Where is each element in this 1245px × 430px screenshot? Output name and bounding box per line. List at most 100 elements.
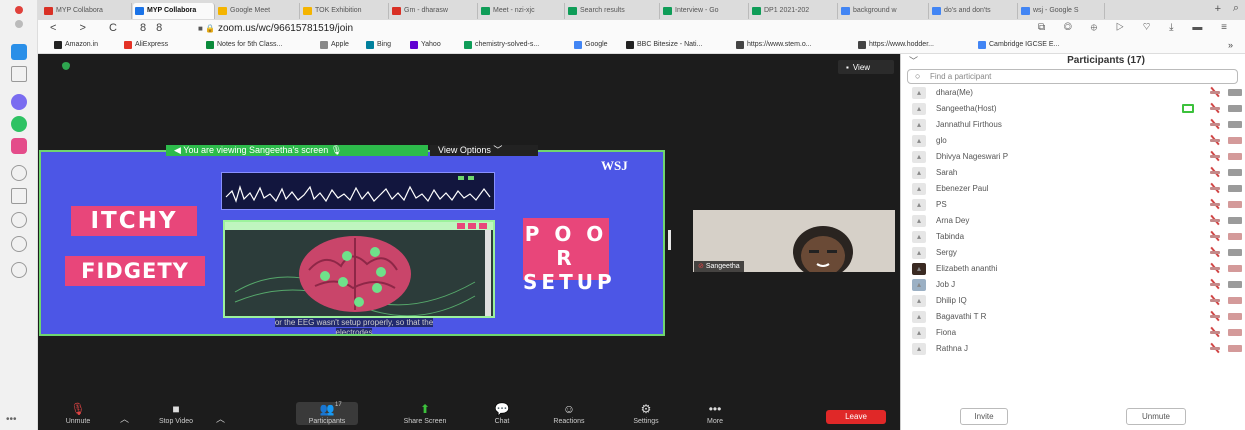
tab-1[interactable]: MYP Collabora — [133, 3, 215, 19]
participant-row[interactable]: ▴ PS — [912, 198, 1242, 214]
muted-mic-icon — [1208, 326, 1222, 338]
reactions-button[interactable]: ☺ Reactions — [546, 402, 592, 425]
muted-mic-icon — [1208, 86, 1222, 98]
participant-row[interactable]: ▴ Dhivya Nageswari P — [912, 150, 1242, 166]
muted-mic-icon — [1208, 134, 1222, 146]
unmute-button[interactable]: 🎙 Unmute — [58, 402, 98, 425]
stop-video-button[interactable]: ■ Stop Video — [150, 402, 202, 425]
tab-favicon-icon — [481, 7, 490, 15]
close-window-icon[interactable] — [15, 6, 23, 14]
video-icon — [1228, 169, 1242, 176]
invite-button[interactable]: Invite — [960, 408, 1008, 425]
participant-name: dhara(Me) — [936, 88, 973, 97]
bookmark-item[interactable]: BBC Bitesize - Nati... — [626, 41, 702, 49]
tab-4[interactable]: Gm - dharasw — [390, 3, 478, 19]
chevron-up-icon[interactable]: ︿ — [216, 412, 225, 425]
bookmark-item[interactable]: Notes for 5th Class... — [206, 41, 282, 49]
tab-6[interactable]: Search results — [566, 3, 660, 19]
bookmark-item[interactable]: Google — [574, 41, 608, 49]
participant-row[interactable]: ▴ Sangeetha(Host) — [912, 102, 1242, 118]
tab-search-icon[interactable]: ⌕ — [1233, 2, 1239, 15]
muted-mic-icon — [1208, 262, 1222, 274]
participants-button[interactable]: 👥 17 Participants — [296, 402, 358, 425]
toolbar-icons[interactable]: ⧉ ◎ ⊕ ▷ ♡ ⤓ ▬ ≡ — [1038, 22, 1235, 33]
instagram-icon[interactable] — [11, 138, 27, 154]
tab-2[interactable]: Google Meet — [216, 3, 300, 19]
bookmark-item[interactable]: https://www.stem.o... — [736, 41, 812, 49]
settings-button[interactable]: ⚙ Settings — [626, 402, 666, 425]
participant-row[interactable]: ▴ Ebenezer Paul — [912, 182, 1242, 198]
view-options-dropdown[interactable]: View Options ﹀ — [430, 145, 538, 156]
messenger-icon[interactable] — [11, 94, 27, 110]
view-button[interactable]: ▪ View — [838, 60, 894, 74]
pin-icon[interactable] — [11, 262, 27, 278]
share-screen-button[interactable]: ⬆ Share Screen — [392, 402, 458, 425]
bookmark-item[interactable]: AliExpress — [124, 41, 168, 49]
avatar: ▴ — [912, 151, 926, 163]
participant-row[interactable]: ▴ Fiona — [912, 326, 1242, 342]
bookmark-item[interactable]: https://www.hodder... — [858, 41, 934, 49]
bookmark-item[interactable]: Amazon.in — [54, 41, 98, 49]
bookmark-item[interactable]: Apple — [320, 41, 349, 49]
lock-icon[interactable]: ■ 🔒 — [198, 24, 215, 33]
bookmark-item[interactable]: Cambridge IGCSE E... — [978, 41, 1059, 49]
participant-search-input[interactable]: ○ Find a participant — [907, 69, 1238, 84]
participant-row[interactable]: ▴ Tabinda — [912, 230, 1242, 246]
eeg-wave-graphic — [225, 176, 491, 203]
chat-icon: 💬 — [494, 402, 510, 416]
clock-icon[interactable] — [11, 236, 27, 252]
sidebar-app-icon[interactable] — [11, 44, 27, 60]
history-icon[interactable] — [11, 165, 27, 181]
chat-button[interactable]: 💬 Chat — [488, 402, 516, 425]
participant-row[interactable]: ▴ dhara(Me) — [912, 86, 1242, 102]
participant-row[interactable]: ▴ glo — [912, 134, 1242, 150]
security-shield-icon[interactable] — [62, 62, 72, 72]
chevron-up-icon[interactable]: ︿ — [120, 412, 129, 425]
whatsapp-icon[interactable] — [11, 116, 27, 132]
participant-row[interactable]: ▴ Arna Dey — [912, 214, 1242, 230]
participant-name: Jannathul Firthous — [936, 120, 1002, 129]
tab-7[interactable]: Interview - Go — [661, 3, 749, 19]
bookmark-icon — [858, 41, 866, 49]
participant-row[interactable]: ▴ Job J — [912, 278, 1242, 294]
nav-buttons[interactable]: < > C 88 — [50, 22, 172, 34]
more-dots-icon[interactable]: ••• — [6, 414, 17, 425]
bookmark-label: https://www.hodder... — [869, 41, 934, 48]
bookmark-label: chemistry-solved-s... — [475, 41, 540, 48]
unmute-all-button[interactable]: Unmute — [1126, 408, 1186, 425]
address-bar[interactable]: zoom.us/wc/96615781519/join — [218, 23, 353, 34]
tab-8[interactable]: DP1 2021-202 — [750, 3, 838, 19]
tab-9[interactable]: background w — [839, 3, 929, 19]
participant-row[interactable]: ▴ Jannathul Firthous — [912, 118, 1242, 134]
more-button[interactable]: ••• More — [700, 402, 730, 425]
tab-3[interactable]: TOK Exhibition — [301, 3, 389, 19]
new-tab-button[interactable]: + — [1215, 3, 1221, 15]
player-icon[interactable] — [11, 188, 27, 204]
participant-row[interactable]: ▴ Rathna J — [912, 342, 1242, 358]
video-icon — [1228, 137, 1242, 144]
bookmark-item[interactable]: chemistry-solved-s... — [464, 41, 540, 49]
bookmark-item[interactable]: Bing — [366, 41, 391, 49]
panel-divider-handle[interactable] — [668, 230, 671, 250]
avatar: ▴ — [912, 231, 926, 243]
bookmark-item[interactable]: Yahoo — [410, 41, 441, 49]
participant-row[interactable]: ▴ Dhilip IQ — [912, 294, 1242, 310]
leave-button[interactable]: Leave — [826, 410, 886, 424]
heart-icon[interactable] — [11, 212, 27, 228]
participant-row[interactable]: ▴ Sergy — [912, 246, 1242, 262]
participant-row[interactable]: ▴ Elizabeth ananthi — [912, 262, 1242, 278]
chevron-down-icon[interactable]: ﹀ — [909, 54, 918, 67]
home-icon[interactable] — [11, 66, 27, 82]
participant-row[interactable]: ▴ Sarah — [912, 166, 1242, 182]
participant-row[interactable]: ▴ Bagavathi T R — [912, 310, 1242, 326]
avatar: ▴ — [912, 87, 926, 99]
bookmark-icon — [124, 41, 132, 49]
bookmarks-more-button[interactable]: » — [1228, 40, 1233, 50]
avatar: ▴ — [912, 135, 926, 147]
tab-10[interactable]: do's and don'ts — [930, 3, 1018, 19]
tab-0[interactable]: MYP Collabora — [42, 3, 132, 19]
bookmark-icon — [410, 41, 418, 49]
tab-5[interactable]: Meet - nzi-xjc — [479, 3, 565, 19]
minimize-window-icon[interactable] — [15, 20, 23, 28]
tab-11[interactable]: wsj - Google S — [1019, 3, 1105, 19]
